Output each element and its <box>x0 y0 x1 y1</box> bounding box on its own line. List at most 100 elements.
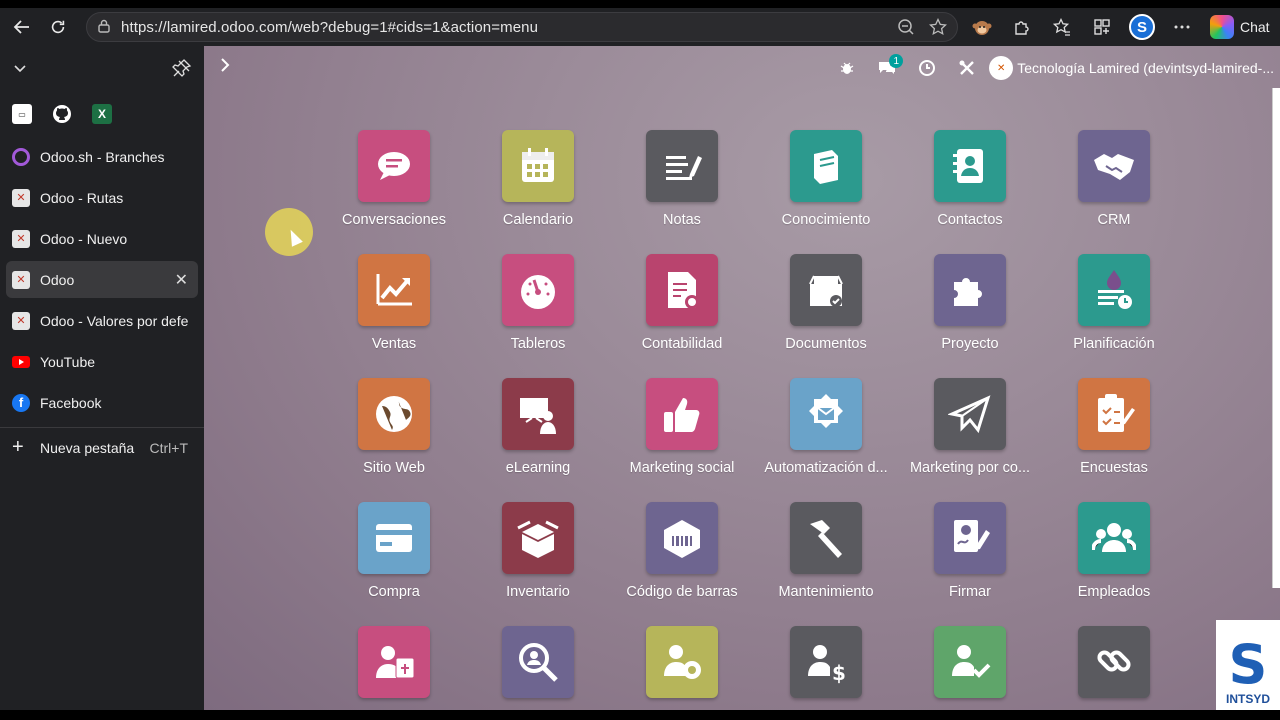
app-label: Proyecto <box>941 336 999 352</box>
app-tile[interactable]: Ventas <box>322 254 466 352</box>
app-tile[interactable]: Empleados <box>1042 502 1186 600</box>
chat-label: Chat <box>1240 19 1270 35</box>
github-icon[interactable] <box>52 104 72 124</box>
tab-label: YouTube <box>40 353 96 370</box>
app-label: Contabilidad <box>641 336 723 352</box>
tab-odoo-sh-branches[interactable]: Odoo.sh - Branches <box>6 138 198 175</box>
extensions-puzzle-icon[interactable] <box>1002 12 1042 42</box>
new-tab-label: Nueva pestaña <box>40 439 135 456</box>
odoo-icon: ✕ <box>12 188 30 207</box>
app-label: Documentos <box>785 336 867 352</box>
app-tile[interactable] <box>898 626 1042 710</box>
watermark-letter: S <box>1228 633 1268 696</box>
app-tile[interactable]: Planificación <box>1042 254 1186 352</box>
app-tile[interactable] <box>610 626 754 710</box>
app-tile[interactable]: Inventario <box>466 502 610 600</box>
extension-monkey-icon[interactable] <box>962 12 1002 42</box>
dev-tools-icon[interactable] <box>947 54 987 82</box>
profile-avatar[interactable]: S <box>1122 12 1162 42</box>
app-tile[interactable]: Notas <box>610 130 754 228</box>
app-tile[interactable]: Encuestas <box>1042 378 1186 476</box>
collections-icon[interactable] <box>1082 12 1122 42</box>
barcode-box-icon <box>646 502 718 574</box>
tab-label: Odoo - Valores por defe <box>40 312 189 329</box>
menu-toggle-chevron-icon[interactable] <box>218 56 232 79</box>
search-person-icon <box>502 626 574 698</box>
company-switcher[interactable]: ✕ Tecnología Lamired (devintsyd-lamired-… <box>989 56 1274 80</box>
app-tile[interactable] <box>322 626 466 710</box>
app-tile[interactable]: Contabilidad <box>610 254 754 352</box>
app-label: Encuestas <box>1080 460 1148 476</box>
app-tile[interactable]: Marketing social <box>610 378 754 476</box>
open-box-icon <box>502 502 574 574</box>
app-tile[interactable]: eLearning <box>466 378 610 476</box>
intsyd-watermark-logo: S INTSYD <box>1216 620 1280 710</box>
scrollbar[interactable] <box>1272 88 1280 588</box>
tab-odoo-nuevo[interactable]: ✕ Odoo - Nuevo <box>6 220 198 257</box>
reload-icon[interactable] <box>40 12 76 42</box>
app-label: Calendario <box>502 212 574 228</box>
app-tile[interactable]: Documentos <box>754 254 898 352</box>
systray: 1 ✕ Tecnología Lamired (devintsyd-lamire… <box>827 54 1274 82</box>
youtube-icon <box>12 355 30 368</box>
app-tile[interactable]: CRM <box>1042 130 1186 228</box>
app-label: Empleados <box>1077 584 1151 600</box>
app-tile[interactable]: Sitio Web <box>322 378 466 476</box>
app-tile[interactable]: Conocimiento <box>754 130 898 228</box>
tab-odoo-rutas[interactable]: ✕ Odoo - Rutas <box>6 179 198 216</box>
tab-odoo-valores[interactable]: ✕ Odoo - Valores por defe <box>6 302 198 339</box>
chart-up-icon <box>358 254 430 326</box>
app-label: CRM <box>1097 212 1131 228</box>
book-icon <box>790 130 862 202</box>
tab-facebook[interactable]: f Facebook <box>6 384 198 421</box>
activity-clock-icon[interactable] <box>907 54 947 82</box>
excel-icon[interactable]: X <box>92 104 112 124</box>
tab-odoo-active[interactable]: ✕ Odoo ✕ <box>6 261 198 298</box>
tab-label: Facebook <box>40 394 102 411</box>
app-tile[interactable]: Automatización d... <box>754 378 898 476</box>
person-gear-icon <box>646 626 718 698</box>
unpin-pane-icon[interactable] <box>172 58 192 83</box>
app-label: Marketing social <box>629 460 735 476</box>
app-tile[interactable]: Proyecto <box>898 254 1042 352</box>
tab-youtube[interactable]: YouTube <box>6 343 198 380</box>
company-logo-icon: ✕ <box>989 56 1014 80</box>
app-tile[interactable]: Tableros <box>466 254 610 352</box>
gear-envelope-icon <box>790 378 862 450</box>
favorites-icon[interactable] <box>1042 12 1082 42</box>
close-tab-icon[interactable]: ✕ <box>175 270 188 290</box>
app-label: Tableros <box>510 336 566 352</box>
invoice-gear-icon <box>646 254 718 326</box>
copilot-chat-button[interactable]: Chat <box>1210 15 1270 39</box>
pinned-site-icon[interactable]: ▭ <box>12 104 32 124</box>
app-tile[interactable] <box>466 626 610 710</box>
sign-icon <box>934 502 1006 574</box>
app-tile[interactable] <box>1042 626 1186 710</box>
messaging-icon[interactable]: 1 <box>867 54 907 82</box>
collapse-tabs-chevron-icon[interactable] <box>12 60 28 81</box>
zoom-out-icon[interactable] <box>897 18 915 40</box>
favorite-star-icon[interactable] <box>929 17 947 40</box>
app-tile[interactable]: Firmar <box>898 502 1042 600</box>
new-tab-button[interactable]: + Nueva pestaña Ctrl+T <box>0 427 204 467</box>
calendar-icon <box>502 130 574 202</box>
app-tile[interactable]: $ <box>754 626 898 710</box>
handshake-icon <box>1078 130 1150 202</box>
survey-icon <box>1078 378 1150 450</box>
notes-icon <box>646 130 718 202</box>
more-options-icon[interactable] <box>1162 12 1202 42</box>
app-tile[interactable]: Compra <box>322 502 466 600</box>
app-tile[interactable]: Contactos <box>898 130 1042 228</box>
app-tile[interactable]: Marketing por co... <box>898 378 1042 476</box>
app-label: Inventario <box>506 584 570 600</box>
app-tile[interactable]: Mantenimiento <box>754 502 898 600</box>
new-tab-shortcut: Ctrl+T <box>149 439 189 456</box>
pinned-tabs: ▭ X <box>0 94 204 134</box>
app-tile[interactable]: Conversaciones <box>322 130 466 228</box>
app-tile[interactable]: Calendario <box>466 130 610 228</box>
app-tile[interactable]: Código de barras <box>610 502 754 600</box>
odoo-icon: ✕ <box>12 311 30 330</box>
back-arrow-icon[interactable] <box>4 12 40 42</box>
address-bar[interactable]: https://lamired.odoo.com/web?debug=1#cid… <box>86 12 958 42</box>
debug-bug-icon[interactable] <box>827 54 867 82</box>
